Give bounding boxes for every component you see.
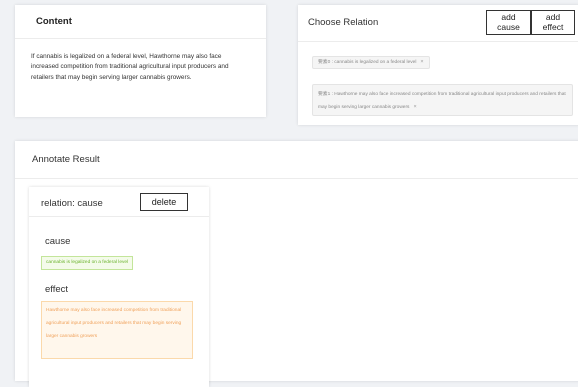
element-tag-1[interactable]: 要素1 : Hawthorne may also face increased … xyxy=(312,84,573,116)
content-panel: Content If cannabis is legalized on a fe… xyxy=(15,5,266,117)
effect-tag: Hawthorne may also face increased compet… xyxy=(41,301,193,359)
content-text: If cannabis is legalized on a federal le… xyxy=(31,53,229,81)
choose-relation-panel: Choose Relation add cause add effect 要素0… xyxy=(298,5,578,125)
add-effect-label: add effect xyxy=(542,12,564,32)
close-icon[interactable]: × xyxy=(413,104,416,110)
add-cause-label: add cause xyxy=(497,12,520,32)
relation-result-card: relation: cause delete cause cannabis is… xyxy=(29,187,209,387)
relation-result-header: relation: cause delete xyxy=(29,187,209,217)
close-icon[interactable]: × xyxy=(420,59,423,65)
add-cause-button[interactable]: add cause xyxy=(486,10,531,35)
annotate-result-panel: Annotate Result relation: cause delete c… xyxy=(15,141,578,387)
delete-button[interactable]: delete xyxy=(140,193,188,211)
choose-relation-header: Choose Relation add cause add effect xyxy=(298,5,578,42)
choose-relation-title: Choose Relation xyxy=(308,17,379,28)
content-title: Content xyxy=(15,5,266,39)
element-tag-1-text: 要素1 : Hawthorne may also face increased … xyxy=(318,92,566,110)
element-tag-0-text: 要素0 : cannabis is legalized on a federal… xyxy=(318,60,417,65)
add-effect-button[interactable]: add effect xyxy=(531,10,575,35)
annotate-result-title: Annotate Result xyxy=(15,141,578,179)
cause-label: cause xyxy=(45,236,71,247)
cause-tag: cannabis is legalized on a federal level xyxy=(41,256,134,270)
relation-type-title: relation: cause xyxy=(41,198,103,209)
effect-label: effect xyxy=(45,284,69,295)
element-tag-0[interactable]: 要素0 : cannabis is legalized on a federal… xyxy=(312,56,430,69)
